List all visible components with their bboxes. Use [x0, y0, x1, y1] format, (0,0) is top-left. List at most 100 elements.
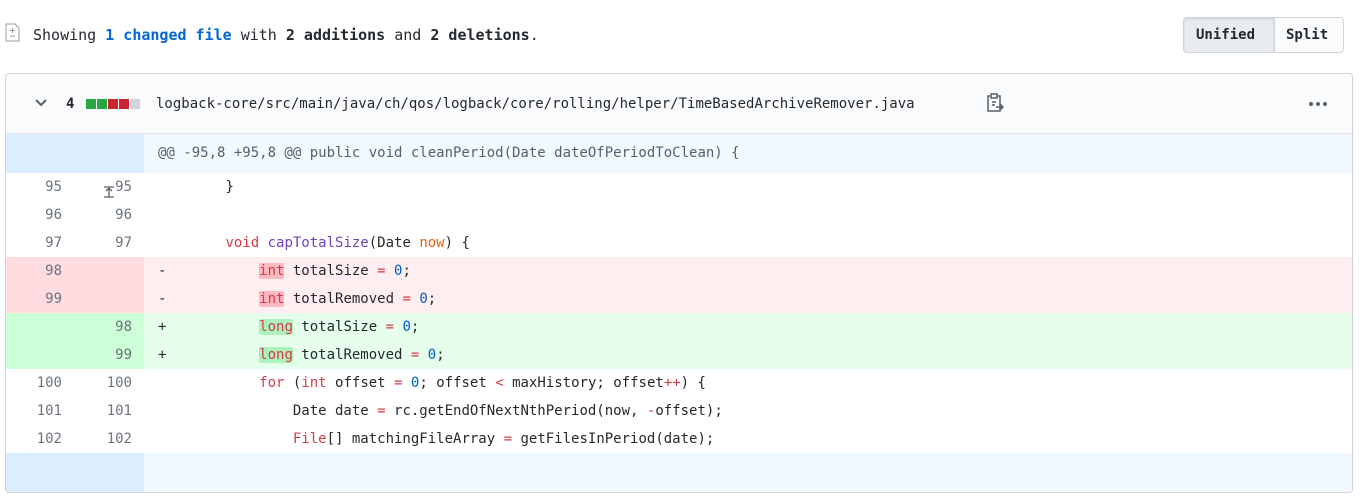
- code-token: long: [259, 347, 293, 363]
- code-token: rc.getEndOfNextNthPeriod(now,: [385, 403, 647, 419]
- code-token: ;: [402, 263, 411, 279]
- file-header: 4 logback-core/src/main/java/ch/qos/logb…: [6, 74, 1352, 134]
- code-token: <: [495, 375, 504, 391]
- code-token: long: [259, 319, 293, 335]
- summary-text: Showing 1 changed file with 2 additions …: [33, 25, 539, 45]
- added-line: 99 + long totalRemoved = 0;: [6, 341, 1352, 369]
- deleted-line: 99- int totalRemoved = 0;: [6, 285, 1352, 313]
- code-token: totalSize: [292, 319, 386, 335]
- code-token: File: [292, 431, 327, 447]
- new-line-number[interactable]: 95: [76, 173, 132, 201]
- old-line-number[interactable]: 98: [6, 257, 62, 285]
- new-line-number[interactable]: 100: [76, 369, 132, 397]
- changed-files-link[interactable]: 1 changed file: [105, 26, 231, 44]
- code-token: totalRemoved: [292, 347, 411, 363]
- code-token: offset: [326, 375, 395, 391]
- code-token: int: [301, 375, 327, 391]
- diffstat-block: [130, 99, 140, 109]
- diffstat-block: [108, 99, 118, 109]
- diffstat-block: [119, 99, 129, 109]
- code-token: 0: [427, 347, 437, 363]
- code-token: ;: [436, 347, 445, 363]
- copy-path-icon[interactable]: [985, 92, 1005, 114]
- code-text: long totalRemoved = 0;: [158, 341, 445, 369]
- old-line-number[interactable]: 95: [6, 173, 62, 201]
- summary-suffix: .: [529, 26, 539, 44]
- code-token: totalRemoved: [284, 291, 403, 307]
- hunk-header-row: @@ -95,8 +95,8 @@ public void cleanPerio…: [6, 134, 1352, 198]
- code-text: long totalSize = 0;: [158, 313, 419, 341]
- code-text: int totalRemoved = 0;: [158, 285, 436, 313]
- new-line-number[interactable]: 98: [76, 313, 132, 341]
- diffstat-block: [86, 99, 96, 109]
- more-options-icon[interactable]: [1306, 94, 1330, 114]
- diff-summary: Showing 1 changed file with 2 additions …: [5, 20, 1355, 50]
- context-line: 95 95 }: [6, 173, 1352, 201]
- code-token: =: [377, 403, 386, 419]
- diffstat-bar: [86, 99, 140, 109]
- code-token: Date date: [292, 403, 378, 419]
- code-token: getFilesInPeriod(date);: [512, 431, 715, 447]
- code-lines: 95 95 } 96 96 97 97 void capTotalSize(Date no…: [6, 173, 1352, 453]
- code-token: int: [259, 291, 285, 307]
- code-token: (Date: [368, 235, 420, 251]
- old-line-number[interactable]: 99: [6, 285, 62, 313]
- context-line: 100 100 for (int offset = 0; offset < max…: [6, 369, 1352, 397]
- old-line-number[interactable]: 97: [6, 229, 62, 257]
- code-token: int: [259, 263, 285, 279]
- context-line: 96 96: [6, 201, 1352, 229]
- file-diff-icon: [5, 23, 20, 42]
- context-line: 101 101 Date date = rc.getEndOfNextNthPer…: [6, 397, 1352, 425]
- split-view-button[interactable]: Split: [1275, 17, 1344, 53]
- code-token: offset);: [655, 403, 723, 419]
- additions-count: 2 additions: [285, 26, 386, 44]
- code-text: void capTotalSize(Date now) {: [158, 229, 469, 257]
- expand-bottom-row: [6, 453, 1352, 492]
- diff-line-count: 4: [66, 96, 75, 112]
- code-text: }: [158, 173, 234, 201]
- code-token: =: [402, 291, 411, 307]
- old-line-number[interactable]: 101: [6, 397, 62, 425]
- old-line-number[interactable]: 100: [6, 369, 62, 397]
- new-line-number[interactable]: 101: [76, 397, 132, 425]
- unified-view-button[interactable]: Unified: [1183, 17, 1275, 53]
- code-text: int totalSize = 0;: [158, 257, 411, 285]
- context-line: 97 97 void capTotalSize(Date now) {: [6, 229, 1352, 257]
- file-path[interactable]: logback-core/src/main/java/ch/qos/logbac…: [156, 94, 915, 114]
- old-line-number[interactable]: 102: [6, 425, 62, 453]
- code-token: now: [419, 235, 445, 251]
- code-token: ; offset: [419, 375, 496, 391]
- code-token: 0: [402, 319, 411, 335]
- code-text: Date date = rc.getEndOfNextNthPeriod(now…: [158, 397, 723, 425]
- code-token: 0: [419, 291, 428, 307]
- code-token: maxHistory; offset: [503, 375, 664, 391]
- new-line-number[interactable]: 102: [76, 425, 132, 453]
- code-token: }: [225, 179, 234, 195]
- new-line-number[interactable]: 97: [76, 229, 132, 257]
- old-line-number[interactable]: 96: [6, 201, 62, 229]
- expand-up-cell: [6, 134, 144, 198]
- new-line-number[interactable]: 96: [76, 201, 132, 229]
- summary-and: and: [385, 26, 431, 44]
- deletions-count: 2 deletions: [430, 26, 530, 44]
- expand-down-cell: [6, 453, 144, 492]
- code-token: =: [503, 431, 513, 447]
- new-line-number[interactable]: 99: [76, 341, 132, 369]
- code-token: (: [284, 375, 302, 391]
- code-token: void: [225, 235, 260, 251]
- code-token: capTotalSize: [267, 235, 369, 251]
- hunk-header-text: @@ -95,8 +95,8 @@ public void cleanPerio…: [158, 145, 740, 161]
- code-token: =: [377, 263, 386, 279]
- chevron-down-icon[interactable]: [34, 96, 48, 110]
- diff-body: @@ -95,8 +95,8 @@ public void cleanPerio…: [6, 134, 1352, 492]
